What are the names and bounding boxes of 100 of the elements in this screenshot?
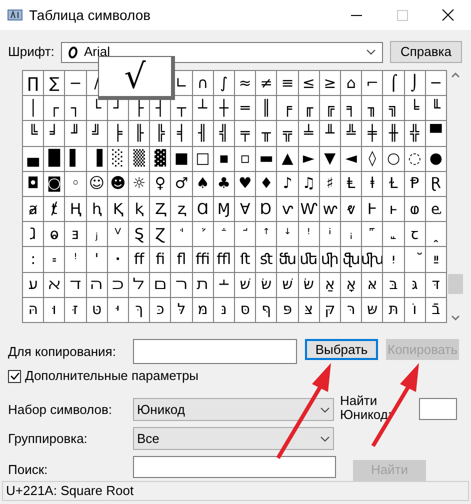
symbol-cell[interactable]: ﬦ [150, 272, 170, 297]
symbol-cell[interactable]: ⱸ [426, 196, 446, 222]
symbol-cell[interactable]: ⌐ [362, 71, 382, 96]
symbol-cell[interactable]: ⱼ [86, 222, 107, 246]
symbol-cell[interactable]: ╕ [341, 96, 362, 120]
symbol-cell[interactable]: ﬨ [192, 272, 213, 297]
symbol-cell[interactable]: ⱪ [129, 196, 150, 222]
symbol-cell[interactable]: ● [426, 146, 446, 171]
symbol-cell[interactable]: ┴ [192, 96, 213, 120]
symbol-cell[interactable]: ﬀ [129, 247, 150, 272]
symbol-cell[interactable]: ▀ [426, 121, 446, 146]
help-button[interactable]: Справка [390, 41, 462, 63]
symbol-cell[interactable]: ╜ [65, 121, 86, 146]
symbol-cell[interactable]: ﬢ [65, 272, 86, 297]
symbol-cell[interactable]: □ [192, 146, 213, 171]
symbol-cell[interactable]: Ᵽ [404, 172, 425, 196]
symbol-cell[interactable]: ∑ [44, 71, 64, 96]
symbol-cell[interactable]: בֿ [426, 298, 446, 322]
symbol-cell[interactable]: Ⱶ [362, 196, 382, 222]
symbol-cell[interactable]: אּ [362, 272, 382, 297]
symbol-cell[interactable]: אַ [320, 272, 340, 297]
symbol-cell[interactable]: ꞉ [23, 247, 44, 272]
symbol-cell[interactable]: Ȿ [129, 222, 150, 246]
symbol-cell[interactable]: ☼ [129, 172, 150, 196]
symbol-cell[interactable]: Ɱ [214, 196, 234, 222]
symbol-cell[interactable]: ≠ [256, 71, 276, 96]
symbol-cell[interactable]: ▪ [214, 146, 234, 171]
symbol-cell[interactable]: ⌡ [404, 71, 425, 96]
symbol-cell[interactable]: ◄ [341, 146, 362, 171]
symbol-cell[interactable]: ךּ [129, 298, 150, 322]
symbol-cell[interactable]: Ɽ [426, 172, 446, 196]
symbol-cell[interactable]: Ɑ [192, 196, 213, 222]
symbol-cell[interactable]: ⱬ [171, 196, 192, 222]
symbol-cell[interactable]: ⱺ [44, 222, 64, 246]
symbol-cell[interactable]: ─ [426, 71, 446, 96]
symbol-cell[interactable]: לּ [171, 298, 192, 322]
symbol-cell[interactable]: שּׁ [277, 272, 298, 297]
symbol-cell[interactable]: Ɫ [383, 172, 404, 196]
symbol-cell[interactable]: יִ [383, 247, 404, 272]
symbol-cell[interactable]: ꜝ [298, 222, 319, 246]
symbol-cell[interactable]: ﬁ [150, 247, 170, 272]
symbol-cell[interactable]: שׂ [256, 272, 276, 297]
symbol-cell[interactable]: ◊ [362, 146, 382, 171]
symbol-cell[interactable]: ♦ [256, 172, 276, 196]
symbol-cell[interactable]: ╢ [192, 121, 213, 146]
symbol-cell[interactable]: ﬩ [214, 272, 234, 297]
symbol-cell[interactable]: ♀ [150, 172, 170, 196]
symbol-cell[interactable]: ⱨ [86, 196, 107, 222]
symbol-cell[interactable]: וֹ [404, 298, 425, 322]
symbol-cell[interactable]: ⱻ [65, 222, 86, 246]
symbol-cell[interactable]: ≥ [320, 71, 340, 96]
symbol-cell[interactable]: ☺ [86, 172, 107, 196]
symbol-cell[interactable]: Ⱪ [108, 196, 128, 222]
symbol-cell[interactable]: ꜙ [214, 222, 234, 246]
symbol-cell[interactable]: ╩ [341, 121, 362, 146]
symbol-cell[interactable]: Ɀ [150, 222, 170, 246]
symbol-cell[interactable]: ﬅ [235, 247, 256, 272]
symbol-cell[interactable]: בּ [383, 272, 404, 297]
symbol-cell[interactable]: ﬆ [256, 247, 276, 272]
symbol-cell[interactable]: ╚ [23, 121, 44, 146]
symbol-cell[interactable]: ╠ [150, 121, 170, 146]
symbol-cell[interactable]: יּ [108, 298, 128, 322]
symbol-cell[interactable]: ﬡ [44, 272, 64, 297]
symbol-cell[interactable]: ◙ [44, 172, 64, 196]
symbol-cell[interactable]: ﬞ [404, 247, 425, 272]
symbol-cell[interactable]: ꜘ [192, 222, 213, 246]
symbol-cell[interactable]: ꜝ [65, 247, 86, 272]
symbol-cell[interactable]: ﬓ [277, 247, 298, 272]
symbol-cell[interactable]: ▬ [256, 146, 276, 171]
symbol-cell[interactable]: ꞈ [426, 222, 446, 246]
symbol-cell[interactable]: ♪ [277, 172, 298, 196]
symbol-cell[interactable]: כּ [150, 298, 170, 322]
symbol-cell[interactable]: סּ [235, 298, 256, 322]
symbol-cell[interactable]: ◘ [23, 172, 44, 196]
symbol-cell[interactable]: ﬣ [86, 272, 107, 297]
symbol-cell[interactable]: טּ [86, 298, 107, 322]
symbol-cell[interactable]: ⌂ [341, 71, 362, 96]
symbol-cell[interactable]: ♫ [298, 172, 319, 196]
symbol-cell[interactable]: ﬤ [108, 272, 128, 297]
symbol-cell[interactable]: ♂ [171, 172, 192, 196]
symbol-cell[interactable]: │ [23, 96, 44, 120]
symbol-cell[interactable]: הּ [23, 298, 44, 322]
symbol-cell[interactable]: ╛ [44, 121, 64, 146]
symbol-cell[interactable]: ꜗ [171, 222, 192, 246]
symbol-cell[interactable]: דּ [426, 272, 446, 297]
symbol-cell[interactable]: ┼ [214, 96, 234, 120]
symbol-cell[interactable]: גּ [404, 272, 425, 297]
scroll-down-icon[interactable] [451, 315, 460, 321]
symbol-cell[interactable]: ■ [171, 146, 192, 171]
symbol-cell[interactable]: ║ [256, 96, 276, 120]
symbol-cell[interactable]: ⱹ [23, 222, 44, 246]
symbol-cell[interactable]: ╝ [86, 121, 107, 146]
symbol-cell[interactable]: פּ [277, 298, 298, 322]
symbol-cell[interactable]: ◌ [404, 146, 425, 171]
symbol-cell[interactable]: צּ [298, 298, 319, 322]
symbol-cell[interactable]: ⱳ [320, 196, 340, 222]
symbol-cell[interactable]: ≈ [235, 71, 256, 96]
symbol-cell[interactable]: ╫ [383, 121, 404, 146]
symbol-cell[interactable]: ╣ [214, 121, 234, 146]
symbol-cell[interactable]: ╓ [298, 96, 319, 120]
